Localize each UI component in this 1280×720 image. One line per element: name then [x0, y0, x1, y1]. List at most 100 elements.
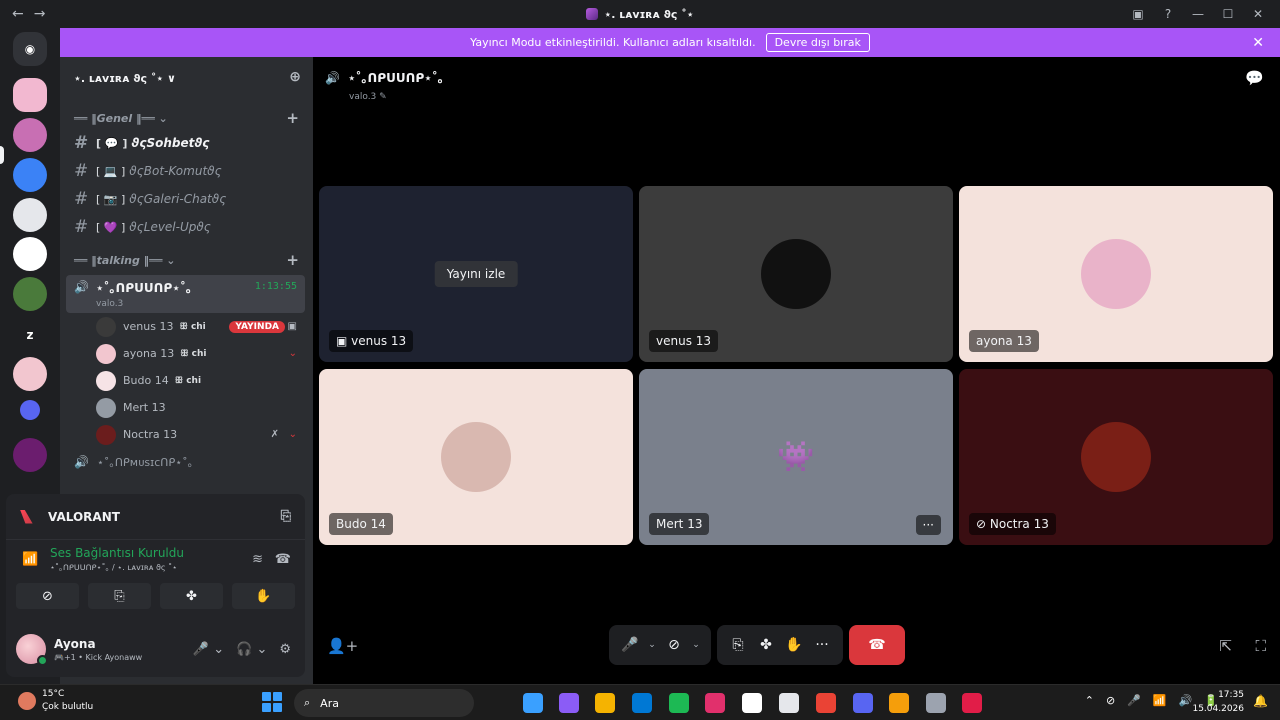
server-icon[interactable] [13, 118, 47, 152]
channel-level-up[interactable]: # [ 💜 ] ϑ⁢ςLevel-Upϑ⁢ς [60, 213, 313, 241]
taskbar-clock[interactable]: 17:35 15.04.2026 [1192, 688, 1244, 716]
create-channel-icon[interactable]: + [286, 109, 299, 127]
banner-close-icon[interactable]: ✕ [1252, 35, 1264, 51]
taskbar-app-icon[interactable] [816, 693, 836, 713]
forward-icon[interactable]: → [34, 6, 46, 22]
taskbar-app-icon[interactable] [926, 693, 946, 713]
activity-row[interactable]: VALORANT ⎘ [6, 494, 305, 540]
volume-icon[interactable]: 🔊 [1179, 694, 1193, 707]
taskbar-app-icon[interactable] [632, 693, 652, 713]
weather-widget[interactable]: 15°C Çok bulutlu [18, 688, 93, 714]
tray-overflow-icon[interactable]: ⌃ [1085, 694, 1094, 707]
avatar[interactable] [16, 634, 48, 666]
share-screen-icon[interactable]: ⎘ [281, 509, 291, 524]
voice-member[interactable]: Noctra 13 ✗ ⌄ [60, 421, 313, 448]
server-icon[interactable] [13, 198, 47, 232]
taskbar-search[interactable]: ⌕ Ara [294, 689, 474, 717]
taskbar-app-icon[interactable] [559, 693, 579, 713]
noise-suppression-icon[interactable]: ≋ [252, 552, 263, 567]
channel-galeri-chat[interactable]: # [ 📷 ] ϑ⁢ςGaleri-Chatϑ⁢ς [60, 185, 313, 213]
taskbar-app-icon[interactable] [705, 693, 725, 713]
voice-member[interactable]: ayona 13 ꕥ chi ⌄ [60, 340, 313, 367]
participant-tile[interactable]: ⊘ Noctra 13 [959, 369, 1273, 545]
fullscreen-icon[interactable]: ⛶ [1255, 637, 1266, 655]
mic-icon[interactable]: 🎤 [619, 637, 641, 653]
voice-member[interactable]: venus 13 ꕥ chi YAYINDA ▣ [60, 313, 313, 340]
taskbar-app-icon[interactable] [595, 693, 615, 713]
active-voice-channel[interactable]: 🔊 ⋆˚｡ᑎᑭᑌᑌᑎᑭ⋆˚｡ valo.3 1:13:55 [66, 275, 305, 313]
back-icon[interactable]: ← [12, 6, 24, 22]
chevron-down-icon[interactable]: ⌄ [691, 640, 701, 650]
channel-sohbet[interactable]: # [ 💬 ] ϑ⁢ςSohbetϑ⁢ς [60, 129, 313, 157]
server-icon-letter[interactable]: z [13, 318, 47, 352]
screen-share-button[interactable]: ⎘ [88, 583, 151, 609]
tray-app-icon[interactable]: ⊘ [1106, 694, 1115, 707]
activities-icon[interactable]: ✤ [755, 637, 777, 653]
tray-mic-icon[interactable]: 🎤 [1127, 694, 1141, 707]
screen-share-icon[interactable]: ⎘ [727, 637, 749, 653]
disable-streamer-mode-button[interactable]: Devre dışı bırak [765, 33, 870, 52]
popout-icon[interactable]: ⇱ [1219, 637, 1232, 655]
soundboard-button[interactable]: ✋ [232, 583, 295, 609]
activities-button[interactable]: ✤ [160, 583, 223, 609]
server-icon[interactable] [13, 158, 47, 192]
participant-tile[interactable]: Budo 14 [319, 369, 633, 545]
watch-stream-button[interactable]: Yayını izle [434, 261, 518, 287]
server-icon[interactable] [13, 277, 47, 311]
chat-icon[interactable]: 💬 [1245, 69, 1264, 87]
taskbar-app-icon[interactable] [742, 693, 762, 713]
disconnect-icon[interactable]: ☎ [275, 552, 291, 567]
home-button[interactable]: ◉ [13, 32, 47, 66]
hang-up-button[interactable]: ☎ [849, 625, 905, 665]
participant-tile[interactable]: ayona 13 [959, 186, 1273, 362]
stream-tile[interactable]: Yayını izle ▣ venus 13 [319, 186, 633, 362]
wifi-icon[interactable]: 📶 [1153, 694, 1167, 707]
stage-channel-status[interactable]: valo.3 ✎ [349, 92, 387, 102]
taskbar-app-icon[interactable] [779, 693, 799, 713]
create-channel-icon[interactable]: + [286, 251, 299, 269]
close-icon[interactable]: ✕ [1250, 7, 1266, 21]
avatar [96, 370, 116, 391]
inbox-icon[interactable]: ▣ [1130, 7, 1146, 21]
category-talking[interactable]: ══ ‖talking ‖══ ⌄ + [60, 249, 313, 271]
taskbar-app-icon[interactable] [889, 693, 909, 713]
guild-header[interactable]: ⋆. ʟᴀᴠɪʀᴀ ϑ⁢ς ˚⋆ ∨ ⊕ [60, 57, 313, 99]
help-icon[interactable]: ? [1160, 7, 1176, 21]
deafened-icon: ✗ [270, 429, 279, 440]
server-icon[interactable] [13, 357, 47, 391]
start-button[interactable] [262, 692, 282, 712]
taskbar-app-icon[interactable] [523, 693, 543, 713]
mic-icon[interactable]: 🎤 ⌄ [193, 642, 224, 657]
more-options-button[interactable]: ··· [915, 515, 941, 535]
minimize-icon[interactable]: — [1190, 7, 1206, 21]
chevron-down-icon[interactable]: ⌄ [647, 640, 657, 650]
maximize-icon[interactable]: ☐ [1220, 7, 1236, 21]
username: Ayona [54, 636, 96, 651]
voice-channel-music[interactable]: 🔊 ⋆˚｡ᑎᑭᴍᴜsɪᴄᑎᑭ⋆˚｡ [60, 448, 313, 476]
avatar [96, 397, 116, 418]
taskbar-app-icon[interactable] [669, 693, 689, 713]
connection-status[interactable]: Ses Bağlantısı Kuruldu [50, 546, 305, 560]
settings-gear-icon[interactable]: ⚙ [279, 642, 291, 657]
server-icon[interactable] [13, 78, 47, 112]
voice-member[interactable]: Budo 14 ꕥ chi [60, 367, 313, 394]
soundboard-icon[interactable]: ✋ [783, 637, 805, 653]
notification-bell-icon[interactable]: 🔔 [1253, 694, 1268, 708]
camera-off-icon[interactable]: ⊘ [663, 637, 685, 653]
category-genel[interactable]: ══ ‖Genel ‖══ ⌄ + [60, 107, 313, 129]
server-folder-icon[interactable] [20, 400, 40, 420]
voice-member[interactable]: Mert 13 [60, 394, 313, 421]
camera-off-button[interactable]: ⊘ [16, 583, 79, 609]
taskbar-app-icon[interactable] [962, 693, 982, 713]
taskbar-app-icon[interactable] [853, 693, 873, 713]
participant-tile[interactable]: 👾 Mert 13 ··· [639, 369, 953, 545]
server-icon[interactable] [13, 237, 47, 271]
add-member-icon[interactable]: ⊕ [289, 69, 301, 85]
channel-bot-komut[interactable]: # [ 💻 ] ϑ⁢ςBot-Komutϑ⁢ς [60, 157, 313, 185]
headset-icon[interactable]: 🎧 ⌄ [236, 642, 267, 657]
server-icon[interactable] [13, 438, 47, 472]
invite-icon[interactable]: 👤+ [327, 637, 358, 655]
participant-tile[interactable]: venus 13 [639, 186, 953, 362]
more-icon[interactable]: ··· [811, 637, 833, 653]
clock-date: 15.04.2026 [1192, 704, 1244, 714]
